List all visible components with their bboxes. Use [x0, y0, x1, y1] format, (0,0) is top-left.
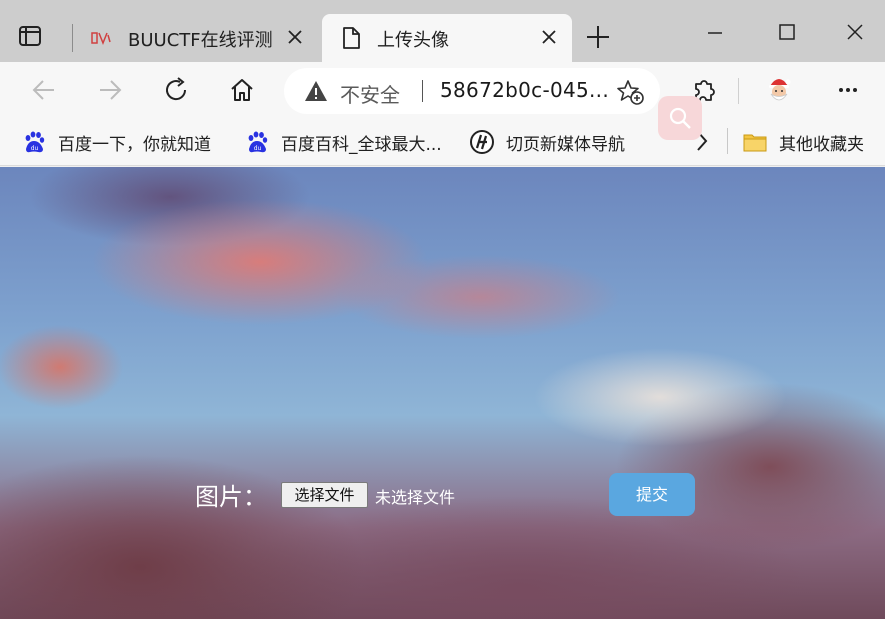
refresh-icon[interactable]	[162, 76, 190, 104]
favorites-separator	[727, 128, 728, 154]
buuctf-favicon-icon	[91, 32, 111, 46]
choose-file-button[interactable]: 选择文件	[281, 482, 368, 508]
favorite-qieye[interactable]: 切页新媒体导航	[470, 128, 625, 156]
page-background: 图片： 选择文件 未选择文件 提交	[0, 167, 885, 619]
minimize-icon[interactable]	[700, 18, 730, 48]
document-icon	[343, 27, 360, 49]
toolbar-separator	[738, 78, 739, 104]
favorite-other-folder[interactable]: 其他收藏夹	[743, 128, 864, 156]
file-status-text: 未选择文件	[375, 488, 456, 507]
more-options-icon[interactable]	[834, 76, 862, 104]
svg-text:du: du	[254, 145, 262, 152]
favorite-baidu-baike[interactable]: du 百度百科_全球最大...	[245, 128, 442, 156]
tab-upload-avatar[interactable]: 上传头像	[322, 14, 572, 62]
forward-icon[interactable]	[96, 76, 124, 104]
maximize-icon[interactable]	[772, 18, 802, 48]
search-hint-button[interactable]	[658, 96, 702, 140]
search-icon	[669, 107, 691, 129]
favorite-label: 其他收藏夹	[779, 134, 864, 155]
tab-title: 上传头像	[377, 30, 449, 51]
submit-button[interactable]: 提交	[609, 473, 695, 516]
svg-text:du: du	[31, 145, 39, 152]
tab-strip: BUUCTF在线评测 上传头像	[0, 0, 885, 62]
image-label: 图片：	[195, 483, 267, 511]
favorite-label: 百度百科_全球最大...	[281, 134, 442, 155]
profile-avatar-icon[interactable]	[763, 74, 795, 106]
close-tab-icon[interactable]	[540, 28, 558, 46]
browser-toolbar: 不安全 58672b0c-045...	[0, 62, 885, 118]
close-window-icon[interactable]	[840, 18, 870, 48]
tab-separator	[72, 24, 73, 52]
qieye-icon	[470, 130, 494, 154]
url-text[interactable]: 58672b0c-045...	[440, 78, 609, 102]
favorite-baidu-search[interactable]: du 百度一下，你就知道	[22, 128, 211, 156]
security-status[interactable]: 不安全	[340, 79, 400, 108]
favorite-label: 切页新媒体导航	[506, 134, 625, 155]
upload-form: 图片： 选择文件 未选择文件 提交	[0, 167, 885, 619]
tab-buuctf[interactable]: BUUCTF在线评测	[78, 14, 318, 62]
favorites-bar: du 百度一下，你就知道 du 百度百科_全球最大... 切页新媒体导航 其他收…	[0, 118, 885, 166]
tab-actions-icon[interactable]	[18, 24, 42, 48]
new-tab-icon[interactable]	[585, 24, 611, 50]
favorite-label: 百度一下，你就知道	[58, 134, 211, 155]
close-tab-icon[interactable]	[286, 28, 304, 46]
address-divider	[422, 80, 423, 102]
tab-title: BUUCTF在线评测	[128, 30, 273, 51]
baidu-paw-icon: du	[25, 131, 45, 153]
folder-icon	[743, 134, 767, 152]
baidu-paw-icon: du	[248, 131, 268, 153]
home-icon[interactable]	[228, 76, 256, 104]
add-favorite-icon[interactable]	[616, 79, 644, 105]
address-bar[interactable]: 不安全 58672b0c-045...	[284, 68, 660, 114]
warning-icon[interactable]	[304, 80, 328, 102]
back-icon[interactable]	[30, 76, 58, 104]
